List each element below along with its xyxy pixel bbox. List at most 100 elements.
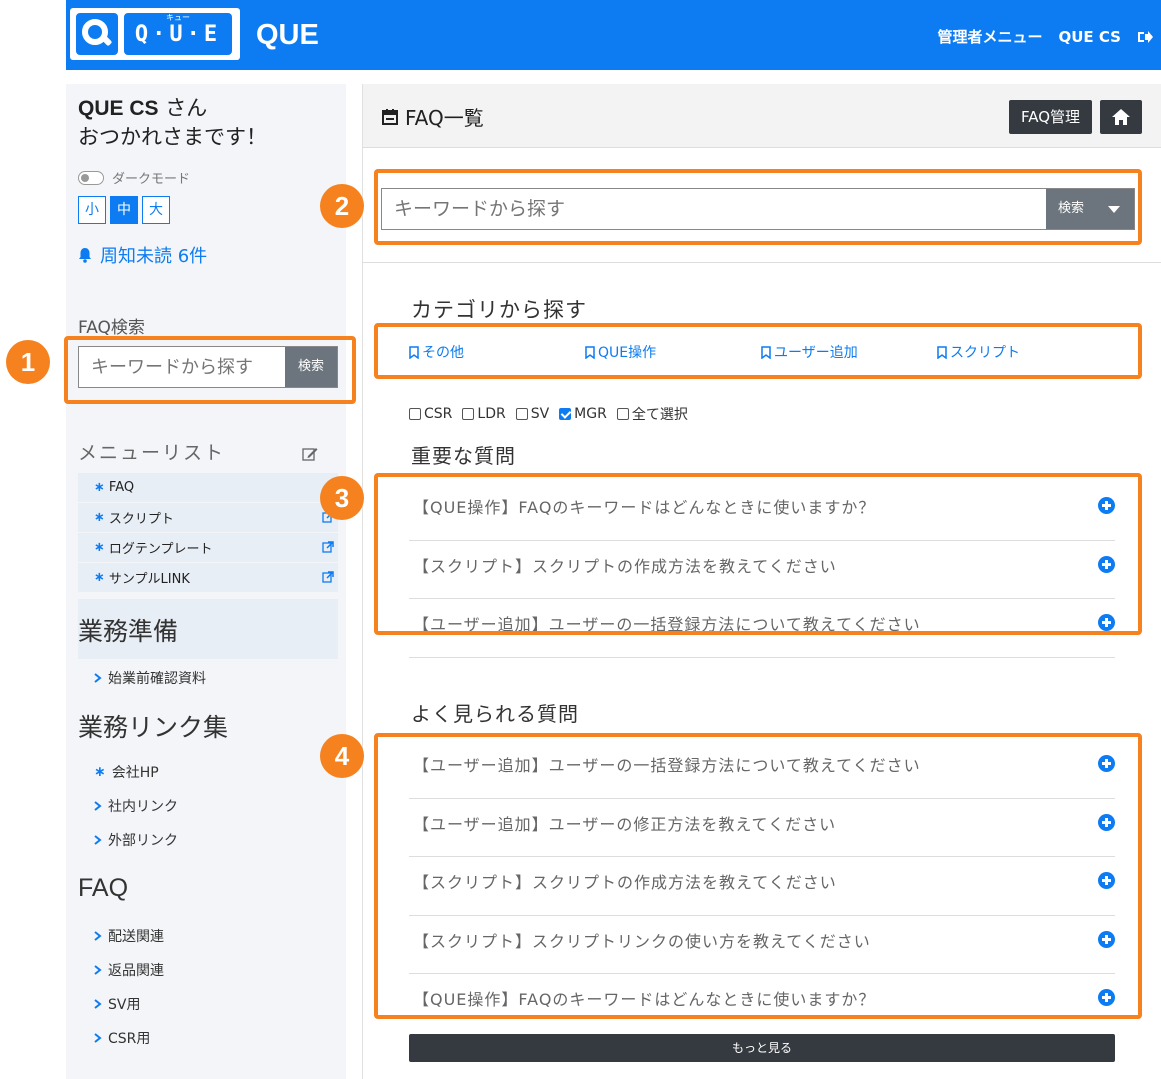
unread-notice-text: 周知未読 6件 (100, 246, 208, 267)
checkbox-checked[interactable] (559, 408, 572, 420)
filter-mgr[interactable]: MGR (559, 404, 607, 424)
filter-label: CSR (424, 406, 453, 422)
greeting: QUE CS さん おつかれさまです！ (78, 94, 267, 151)
section-title-faq: FAQ (78, 874, 129, 902)
main-header: FAQ一覧 FAQ管理 (363, 84, 1161, 148)
link-item-label: 外部リンク (108, 833, 178, 849)
asterisk-icon: ∗ (94, 480, 105, 495)
annotation-badge-4: 4 (320, 734, 364, 778)
faq-category-returns[interactable]: 返品関連 (94, 960, 164, 980)
menu-item-label: サンプルLINK (108, 572, 190, 587)
menu-item-log-template[interactable]: ∗ ログテンプレート (78, 532, 338, 562)
dark-mode-label: ダークモード (112, 172, 191, 187)
faq-category-csr[interactable]: CSR用 (94, 1028, 150, 1048)
filter-csr[interactable]: CSR (409, 404, 452, 424)
toggle-switch-icon[interactable] (78, 170, 104, 185)
logo-q-mark (76, 13, 118, 55)
menu-item-faq[interactable]: ∗ FAQ (78, 472, 338, 502)
filter-label: 全て選択 (631, 407, 688, 423)
font-size-large-button[interactable]: 大 (142, 196, 170, 224)
menu-item-label: FAQ (108, 480, 135, 495)
highlight-box-2 (374, 169, 1142, 245)
menu-item-script[interactable]: ∗ スクリプト (78, 502, 338, 532)
faq-search-label: FAQ検索 (78, 318, 145, 338)
asterisk-icon: ∗ (94, 570, 105, 585)
chevron-right-icon (94, 999, 102, 1009)
page-title: FAQ一覧 (381, 102, 484, 131)
faq-category-sv[interactable]: SV用 (94, 994, 140, 1014)
checkbox[interactable] (616, 408, 629, 420)
font-size-small-button[interactable]: 小 (78, 196, 106, 224)
edit-icon[interactable] (302, 446, 318, 462)
link-item-company-hp[interactable]: ∗ 会社HP (94, 762, 159, 782)
chevron-right-icon (94, 673, 102, 683)
external-link-icon[interactable] (322, 571, 334, 583)
link-item-label: 始業前確認資料 (108, 671, 206, 687)
brand-name[interactable]: QUE (256, 19, 319, 52)
link-item-label: SV用 (108, 997, 141, 1013)
filter-label: MGR (574, 406, 607, 422)
divider (363, 262, 1161, 263)
chevron-right-icon (94, 1033, 102, 1043)
filter-label: SV (530, 406, 550, 422)
home-button[interactable] (1100, 100, 1142, 134)
filter-select-all[interactable]: 全て選択 (616, 404, 688, 424)
dark-mode-toggle[interactable]: ダークモード (78, 168, 190, 187)
menu-list: ∗ FAQ ∗ スクリプト ∗ ログテンプレート ∗ サンプルLINK (78, 472, 338, 592)
asterisk-icon: ∗ (94, 764, 106, 780)
que-logo[interactable]: Q·U·E キュー (70, 8, 240, 60)
link-item-label: CSR用 (108, 1031, 151, 1047)
link-item-label: 会社HP (111, 765, 159, 781)
menu-list-label: メニューリスト (78, 442, 226, 464)
logout-icon[interactable] (1137, 30, 1153, 44)
checkbox[interactable] (462, 408, 475, 420)
highlight-box-3 (374, 473, 1142, 635)
top-navbar: Q·U·E キュー QUE 管理者メニュー QUE CS (66, 0, 1161, 70)
checkbox[interactable] (515, 408, 528, 420)
greeting-suffix: さん (158, 96, 208, 120)
highlight-box-4 (374, 733, 1142, 1019)
filter-ldr[interactable]: LDR (462, 404, 506, 424)
annotation-badge-2: 2 (320, 184, 364, 228)
unread-notice-link[interactable]: 周知未読 6件 (78, 242, 207, 268)
annotation-badge-3: 3 (320, 476, 364, 520)
logo-kana: キュー (166, 13, 190, 22)
annotation-badge-1: 1 (6, 340, 50, 384)
greeting-message: おつかれさまです！ (78, 125, 267, 149)
home-icon (1112, 109, 1130, 125)
filter-label: LDR (477, 406, 506, 422)
chevron-right-icon (94, 931, 102, 941)
link-item-external[interactable]: 外部リンク (94, 830, 178, 850)
link-item-label: 社内リンク (108, 799, 178, 815)
asterisk-icon: ∗ (94, 510, 105, 525)
link-item-internal[interactable]: 社内リンク (94, 796, 178, 816)
link-item-label: 配送関連 (108, 929, 164, 945)
section-title-links: 業務リンク集 (78, 713, 229, 742)
calendar-icon (382, 108, 398, 125)
admin-menu-link[interactable]: 管理者メニュー (937, 26, 1042, 47)
external-link-icon[interactable] (322, 541, 334, 553)
section-title-prep: 業務準備 (78, 617, 179, 646)
menu-item-label: ログテンプレート (108, 542, 213, 557)
greeting-name: QUE CS (78, 97, 159, 120)
sidebar: QUE CS さん おつかれさまです！ ダークモード 小 中 大 周知未読 6件… (66, 84, 346, 1079)
menu-item-label: スクリプト (108, 512, 174, 527)
checkbox[interactable] (409, 408, 421, 420)
category-title: カテゴリから探す (411, 298, 587, 322)
menu-item-sample-link[interactable]: ∗ サンプルLINK (78, 562, 338, 592)
link-item-label: 返品関連 (108, 963, 164, 979)
role-filters: CSR LDR SV MGR 全て選択 (409, 404, 688, 424)
important-questions-title: 重要な質問 (411, 444, 516, 468)
show-more-button[interactable]: もっと見る (409, 1034, 1115, 1062)
chevron-right-icon (94, 801, 102, 811)
filter-sv[interactable]: SV (515, 404, 550, 424)
link-item-prep[interactable]: 始業前確認資料 (94, 668, 206, 688)
asterisk-icon: ∗ (94, 540, 105, 555)
popular-questions-title: よく見られる質問 (411, 702, 579, 726)
faq-admin-button[interactable]: FAQ管理 (1009, 100, 1093, 134)
faq-category-shipping[interactable]: 配送関連 (94, 926, 164, 946)
user-name-link[interactable]: QUE CS (1059, 28, 1122, 46)
font-size-selector: 小 中 大 (78, 196, 170, 224)
font-size-medium-button[interactable]: 中 (110, 196, 138, 224)
chevron-right-icon (94, 835, 102, 845)
